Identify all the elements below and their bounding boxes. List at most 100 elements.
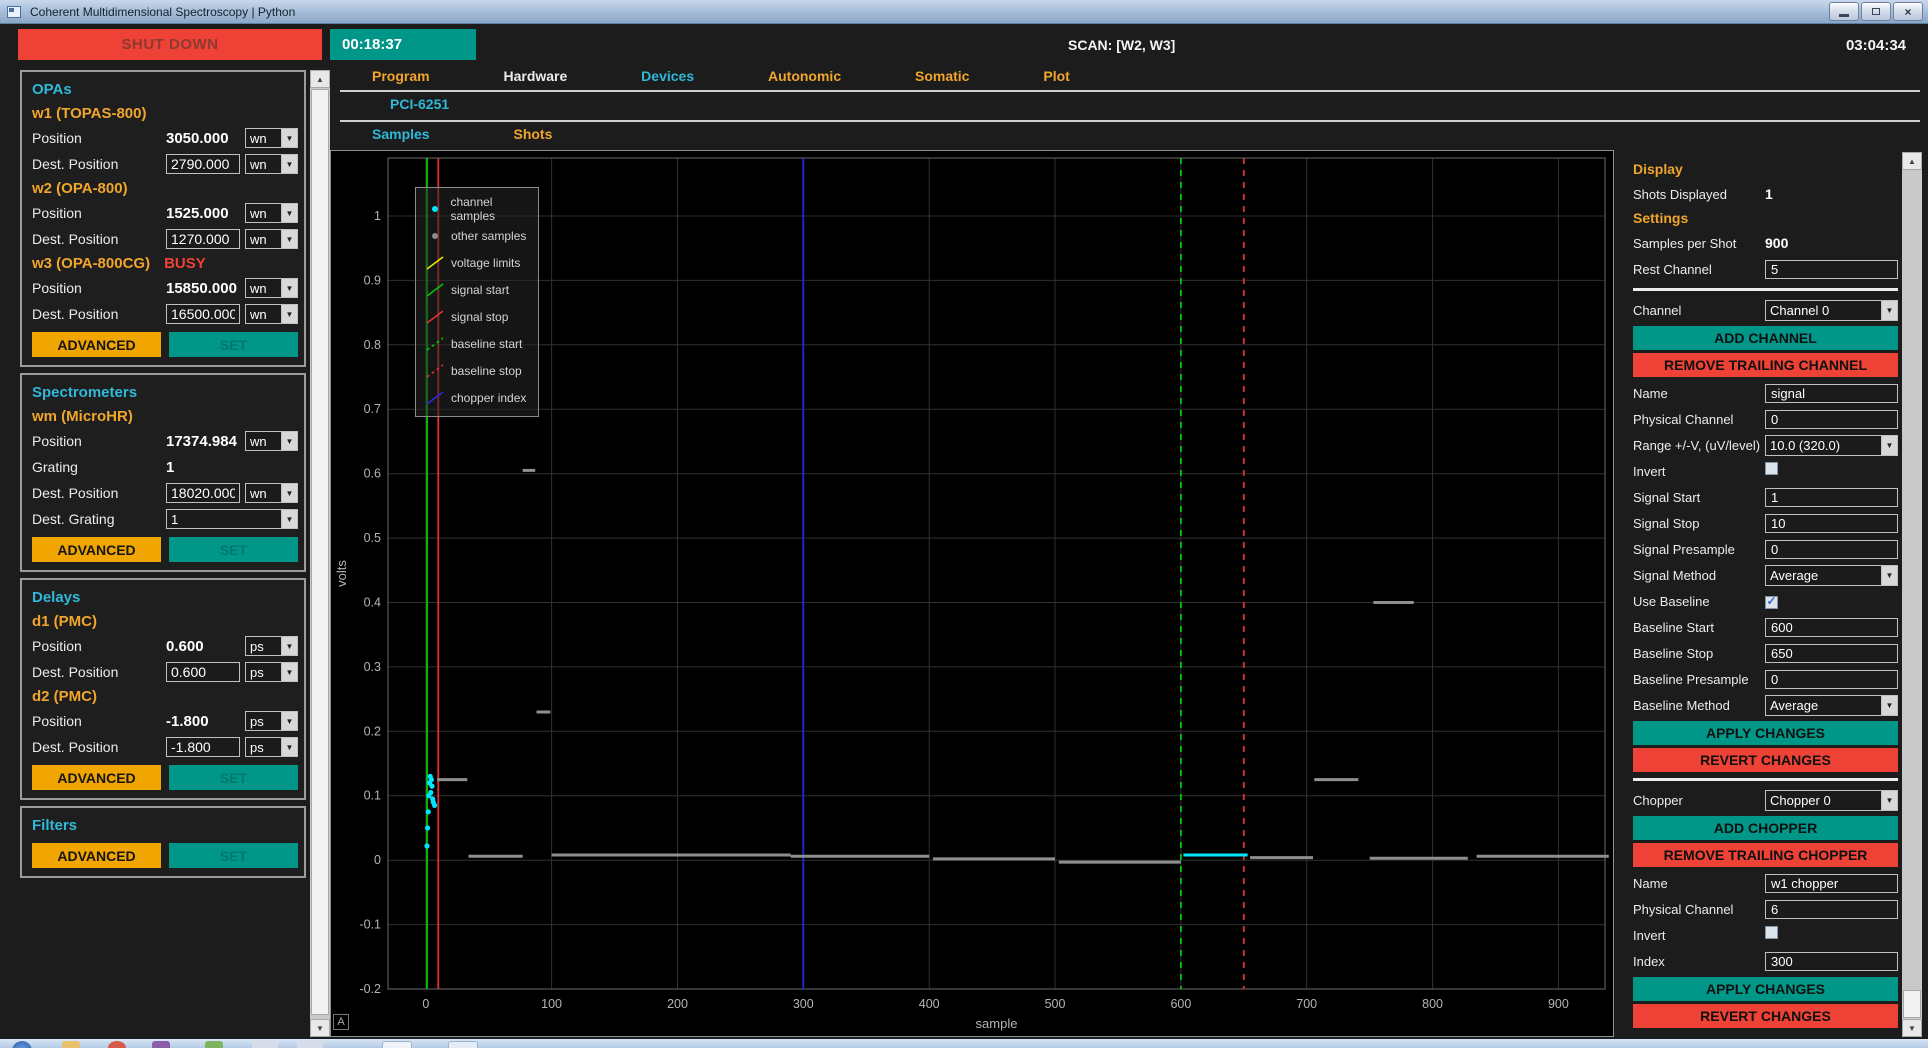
wm-dest-grating-select[interactable]: 1▼ xyxy=(166,509,298,529)
opas-advanced-button[interactable]: ADVANCED xyxy=(32,332,161,357)
dropdown-select[interactable]: Average▼ xyxy=(1765,565,1898,586)
sub-tabs: Samples Shots xyxy=(340,126,632,142)
text-input[interactable] xyxy=(1765,514,1898,533)
w2-dest-unit-select[interactable]: wn▼ xyxy=(245,229,298,249)
spectrometers-set-button[interactable]: SET xyxy=(169,537,298,562)
channel-apply-button[interactable]: APPLY CHANGES xyxy=(1633,721,1898,745)
channel-select[interactable]: Channel 0▼ xyxy=(1765,300,1898,321)
rest-channel-input[interactable] xyxy=(1765,260,1898,279)
filters-set-button[interactable]: SET xyxy=(169,843,298,868)
text-input[interactable] xyxy=(1765,384,1898,403)
scroll-down-icon[interactable]: ▼ xyxy=(310,1019,330,1037)
text-input[interactable] xyxy=(1765,874,1898,893)
dropdown-select[interactable]: 10.0 (320.0)▼ xyxy=(1765,435,1898,456)
chevron-down-icon: ▼ xyxy=(281,484,297,502)
text-input[interactable] xyxy=(1765,410,1898,429)
settings-header: Settings xyxy=(1620,207,1898,230)
d2-dest-unit-select[interactable]: ps▼ xyxy=(245,737,298,757)
chopper-select[interactable]: Chopper 0▼ xyxy=(1765,790,1898,811)
checkbox[interactable] xyxy=(1765,926,1778,939)
w3-position-unit-select[interactable]: wn▼ xyxy=(245,278,298,298)
oscilloscope-plot[interactable]: 0100200300400500600700800900-0.2-0.100.1… xyxy=(330,150,1614,1037)
text-input[interactable] xyxy=(1765,488,1898,507)
tab-devices[interactable]: Devices xyxy=(641,68,694,84)
chevron-down-icon: ▼ xyxy=(281,204,297,222)
device-tabs: PCI-6251 xyxy=(340,96,449,112)
delays-advanced-button[interactable]: ADVANCED xyxy=(32,765,161,790)
svg-text:0.7: 0.7 xyxy=(364,402,381,416)
opas-panel: OPAs w1 (TOPAS-800) Position 3050.000 wn… xyxy=(20,70,306,367)
filters-advanced-button[interactable]: ADVANCED xyxy=(32,843,161,868)
tab-hardware[interactable]: Hardware xyxy=(503,68,567,84)
baseline-stop-row: Baseline Stop xyxy=(1620,640,1898,666)
w2-position-unit-select[interactable]: wn▼ xyxy=(245,203,298,223)
opas-set-button[interactable]: SET xyxy=(169,332,298,357)
use-baseline-row: Use Baseline xyxy=(1620,588,1898,614)
restore-button[interactable] xyxy=(1861,2,1891,21)
tab-plot[interactable]: Plot xyxy=(1043,68,1069,84)
text-input[interactable] xyxy=(1765,540,1898,559)
remove-trailing-chopper-button[interactable]: REMOVE TRAILING CHOPPER xyxy=(1633,843,1898,867)
settings-scroll-thumb[interactable] xyxy=(1903,990,1921,1018)
tab-samples[interactable]: Samples xyxy=(372,126,430,142)
tab-autonomic[interactable]: Autonomic xyxy=(768,68,841,84)
remove-trailing-channel-button[interactable]: REMOVE TRAILING CHANNEL xyxy=(1633,353,1898,377)
system-clock: 03:04:34 xyxy=(1846,37,1906,54)
w3-dest-unit-select[interactable]: wn▼ xyxy=(245,304,298,324)
d1-dest-unit-select[interactable]: ps▼ xyxy=(245,662,298,682)
tab-program[interactable]: Program xyxy=(372,68,430,84)
w1-position-unit-select[interactable]: wn▼ xyxy=(245,128,298,148)
scroll-up-icon[interactable]: ▲ xyxy=(1902,152,1922,170)
settings-scrollbar[interactable]: ▲ ▼ xyxy=(1902,152,1922,1037)
chopper-apply-button[interactable]: APPLY CHANGES xyxy=(1633,977,1898,1001)
checkbox[interactable] xyxy=(1765,596,1778,609)
checkbox[interactable] xyxy=(1765,462,1778,475)
w2-dest-input[interactable] xyxy=(166,229,240,249)
text-input[interactable] xyxy=(1765,644,1898,663)
taskbar-icon xyxy=(252,1041,278,1048)
chevron-down-icon: ▼ xyxy=(281,279,297,297)
w1-dest-input[interactable] xyxy=(166,154,240,174)
wm-dest-unit-select[interactable]: wn▼ xyxy=(245,483,298,503)
text-input[interactable] xyxy=(1765,618,1898,637)
minimize-button[interactable] xyxy=(1829,2,1859,21)
dropdown-select[interactable]: Average▼ xyxy=(1765,695,1898,716)
d2-dest-input[interactable] xyxy=(166,737,240,757)
d1-position-unit-select[interactable]: ps▼ xyxy=(245,636,298,656)
d2-position-unit-select[interactable]: ps▼ xyxy=(245,711,298,731)
taskbar-icon xyxy=(297,1041,323,1048)
scroll-down-icon[interactable]: ▼ xyxy=(1902,1019,1922,1037)
close-button[interactable]: × xyxy=(1893,2,1923,21)
text-input[interactable] xyxy=(1765,952,1898,971)
add-channel-button[interactable]: ADD CHANNEL xyxy=(1633,326,1898,350)
sidebar-scrollbar[interactable]: ▲ ▼ xyxy=(310,70,330,1037)
legend-marker-icon xyxy=(425,282,445,298)
channel-revert-button[interactable]: REVERT CHANGES xyxy=(1633,748,1898,772)
svg-text:0.8: 0.8 xyxy=(364,338,381,352)
scroll-up-icon[interactable]: ▲ xyxy=(310,70,330,88)
wm-position-unit-select[interactable]: wn▼ xyxy=(245,431,298,451)
svg-text:100: 100 xyxy=(541,997,562,1011)
chopper-revert-button[interactable]: REVERT CHANGES xyxy=(1633,1004,1898,1028)
taskbar[interactable] xyxy=(0,1039,1928,1048)
legend-marker-icon xyxy=(425,228,445,244)
delays-set-button[interactable]: SET xyxy=(169,765,298,790)
d1-dest-input[interactable] xyxy=(166,662,240,682)
add-chopper-button[interactable]: ADD CHOPPER xyxy=(1633,816,1898,840)
legend-marker-icon xyxy=(425,255,445,271)
w3-dest-input[interactable] xyxy=(166,304,240,324)
index-row: Index xyxy=(1620,948,1898,974)
shutdown-button[interactable]: SHUT DOWN xyxy=(18,29,322,60)
tab-shots[interactable]: Shots xyxy=(513,126,552,142)
tab-pci-6251[interactable]: PCI-6251 xyxy=(390,96,449,112)
spectrometers-advanced-button[interactable]: ADVANCED xyxy=(32,537,161,562)
text-input[interactable] xyxy=(1765,670,1898,689)
wm-dest-position-input[interactable] xyxy=(166,483,240,503)
sidebar-scroll-thumb[interactable] xyxy=(311,89,329,1015)
legend-marker-icon xyxy=(425,363,445,379)
tab-somatic[interactable]: Somatic xyxy=(915,68,969,84)
signal-presample-row: Signal Presample xyxy=(1620,536,1898,562)
w1-dest-unit-select[interactable]: wn▼ xyxy=(245,154,298,174)
auto-range-button[interactable]: A xyxy=(333,1014,349,1030)
text-input[interactable] xyxy=(1765,900,1898,919)
